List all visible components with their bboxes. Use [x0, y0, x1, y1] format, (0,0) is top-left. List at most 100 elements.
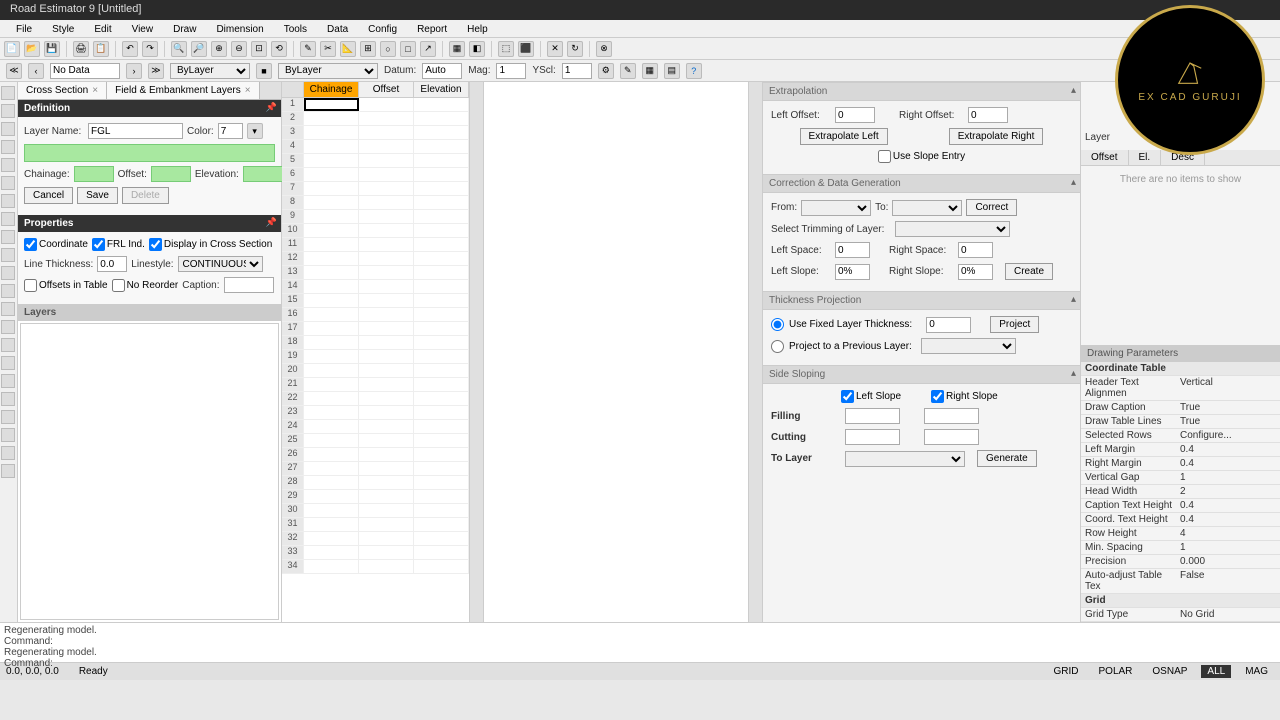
toolbar-icon[interactable]: ✕: [547, 41, 563, 57]
status-mode-polar[interactable]: POLAR: [1093, 665, 1139, 678]
color-swatch[interactable]: ■: [256, 63, 272, 79]
col-offset[interactable]: Offset: [1081, 150, 1129, 165]
menu-draw[interactable]: Draw: [163, 22, 206, 35]
caption-input[interactable]: [224, 277, 274, 293]
help-icon[interactable]: ?: [686, 63, 702, 79]
left-offset-input[interactable]: [835, 107, 875, 123]
prop-row[interactable]: Min. Spacing1: [1081, 541, 1280, 555]
mag-input[interactable]: [496, 63, 526, 79]
table-row[interactable]: 25: [282, 434, 469, 448]
table-row[interactable]: 16: [282, 308, 469, 322]
table-row[interactable]: 28: [282, 476, 469, 490]
toolbar-icon[interactable]: ✂: [320, 41, 336, 57]
toolbar-icon[interactable]: ↗: [420, 41, 436, 57]
fixed-thickness-input[interactable]: [926, 317, 971, 333]
vtool-icon[interactable]: [1, 410, 15, 424]
toolbar-icon[interactable]: ✎: [300, 41, 316, 57]
tool-icon[interactable]: ⚙: [598, 63, 614, 79]
table-row[interactable]: 24: [282, 420, 469, 434]
vtool-icon[interactable]: [1, 338, 15, 352]
table-row[interactable]: 13: [282, 266, 469, 280]
cutting-right-input[interactable]: [924, 429, 979, 445]
prev-layer-radio[interactable]: Project to a Previous Layer:: [771, 340, 912, 353]
color-picker-icon[interactable]: ▾: [247, 123, 263, 139]
table-row[interactable]: 34: [282, 560, 469, 574]
right-offset-input[interactable]: [968, 107, 1008, 123]
toolbar-icon[interactable]: ⊖: [231, 41, 247, 57]
menu-style[interactable]: Style: [42, 22, 84, 35]
toolbar-icon[interactable]: ⬚: [498, 41, 514, 57]
toolbar-icon[interactable]: 📂: [24, 41, 40, 57]
rightspace-input[interactable]: [958, 242, 993, 258]
corner-cell[interactable]: [282, 82, 304, 97]
nav-last-icon[interactable]: ≫: [148, 63, 164, 79]
nav-next-icon[interactable]: ›: [126, 63, 142, 79]
coordinate-checkbox[interactable]: Coordinate: [24, 238, 88, 251]
offset-input[interactable]: [151, 166, 191, 182]
close-icon[interactable]: ×: [92, 85, 98, 96]
table-row[interactable]: 3: [282, 126, 469, 140]
tool-icon[interactable]: ✎: [620, 63, 636, 79]
prop-row[interactable]: Precision0.000: [1081, 555, 1280, 569]
table-row[interactable]: 11: [282, 238, 469, 252]
save-button[interactable]: Save: [77, 187, 118, 204]
generate-button[interactable]: Generate: [977, 450, 1037, 467]
frlind-checkbox[interactable]: FRL Ind.: [92, 238, 145, 251]
prop-row[interactable]: Right Margin0.4: [1081, 457, 1280, 471]
linestyle-select[interactable]: CONTINUOUS: [178, 256, 263, 272]
menu-view[interactable]: View: [122, 22, 164, 35]
display-cs-checkbox[interactable]: Display in Cross Section: [149, 238, 272, 251]
table-row[interactable]: 14: [282, 280, 469, 294]
vtool-icon[interactable]: [1, 104, 15, 118]
table-row[interactable]: 27: [282, 462, 469, 476]
vtool-icon[interactable]: [1, 302, 15, 316]
collapse-icon[interactable]: ▴: [1071, 294, 1076, 305]
table-row[interactable]: 26: [282, 448, 469, 462]
status-mode-all[interactable]: ALL: [1201, 665, 1231, 678]
vtool-icon[interactable]: [1, 320, 15, 334]
toolbar-icon[interactable]: ○: [380, 41, 396, 57]
status-mode-grid[interactable]: GRID: [1048, 665, 1085, 678]
extrapolate-left-button[interactable]: Extrapolate Left: [800, 128, 888, 145]
from-select[interactable]: [801, 200, 871, 216]
table-row[interactable]: 17: [282, 322, 469, 336]
vtool-icon[interactable]: [1, 356, 15, 370]
toolbar-icon[interactable]: ⊞: [360, 41, 376, 57]
tab-cross-section[interactable]: Cross Section×: [18, 82, 107, 99]
menu-file[interactable]: File: [6, 22, 42, 35]
filling-left-input[interactable]: [845, 408, 900, 424]
noreorder-checkbox[interactable]: No Reorder: [112, 279, 179, 292]
toolbar-icon[interactable]: ↶: [122, 41, 138, 57]
toolbar-icon[interactable]: ↻: [567, 41, 583, 57]
toolbar-icon[interactable]: ↷: [142, 41, 158, 57]
leftslope-input[interactable]: [835, 264, 870, 280]
table-row[interactable]: 29: [282, 490, 469, 504]
toolbar-icon[interactable]: 🔍: [171, 41, 187, 57]
prop-row[interactable]: Caption Text Height0.4: [1081, 499, 1280, 513]
layers-list[interactable]: [20, 323, 279, 620]
cutting-left-input[interactable]: [845, 429, 900, 445]
table-row[interactable]: 12: [282, 252, 469, 266]
toolbar-icon[interactable]: 📋: [93, 41, 109, 57]
nav-first-icon[interactable]: ≪: [6, 63, 22, 79]
collapse-icon[interactable]: ▴: [1071, 85, 1076, 96]
prop-row[interactable]: Left Margin0.4: [1081, 443, 1280, 457]
datum-input[interactable]: [422, 63, 462, 79]
menu-config[interactable]: Config: [358, 22, 407, 35]
table-row[interactable]: 20: [282, 364, 469, 378]
table-row[interactable]: 10: [282, 224, 469, 238]
vtool-icon[interactable]: [1, 158, 15, 172]
vtool-icon[interactable]: [1, 446, 15, 460]
table-row[interactable]: 19: [282, 350, 469, 364]
correct-button[interactable]: Correct: [966, 199, 1017, 216]
scrollbar[interactable]: [748, 82, 762, 622]
fixed-thickness-radio[interactable]: Use Fixed Layer Thickness:: [771, 318, 912, 331]
toolbar-icon[interactable]: ⟲: [271, 41, 287, 57]
col-el[interactable]: El.: [1129, 150, 1162, 165]
toolbar-icon[interactable]: ◧: [469, 41, 485, 57]
leftslope-checkbox[interactable]: Left Slope: [841, 390, 901, 403]
tool-icon[interactable]: ▤: [664, 63, 680, 79]
offsets-table-checkbox[interactable]: Offsets in Table: [24, 279, 108, 292]
vtool-icon[interactable]: [1, 230, 15, 244]
layername-input[interactable]: [88, 123, 183, 139]
